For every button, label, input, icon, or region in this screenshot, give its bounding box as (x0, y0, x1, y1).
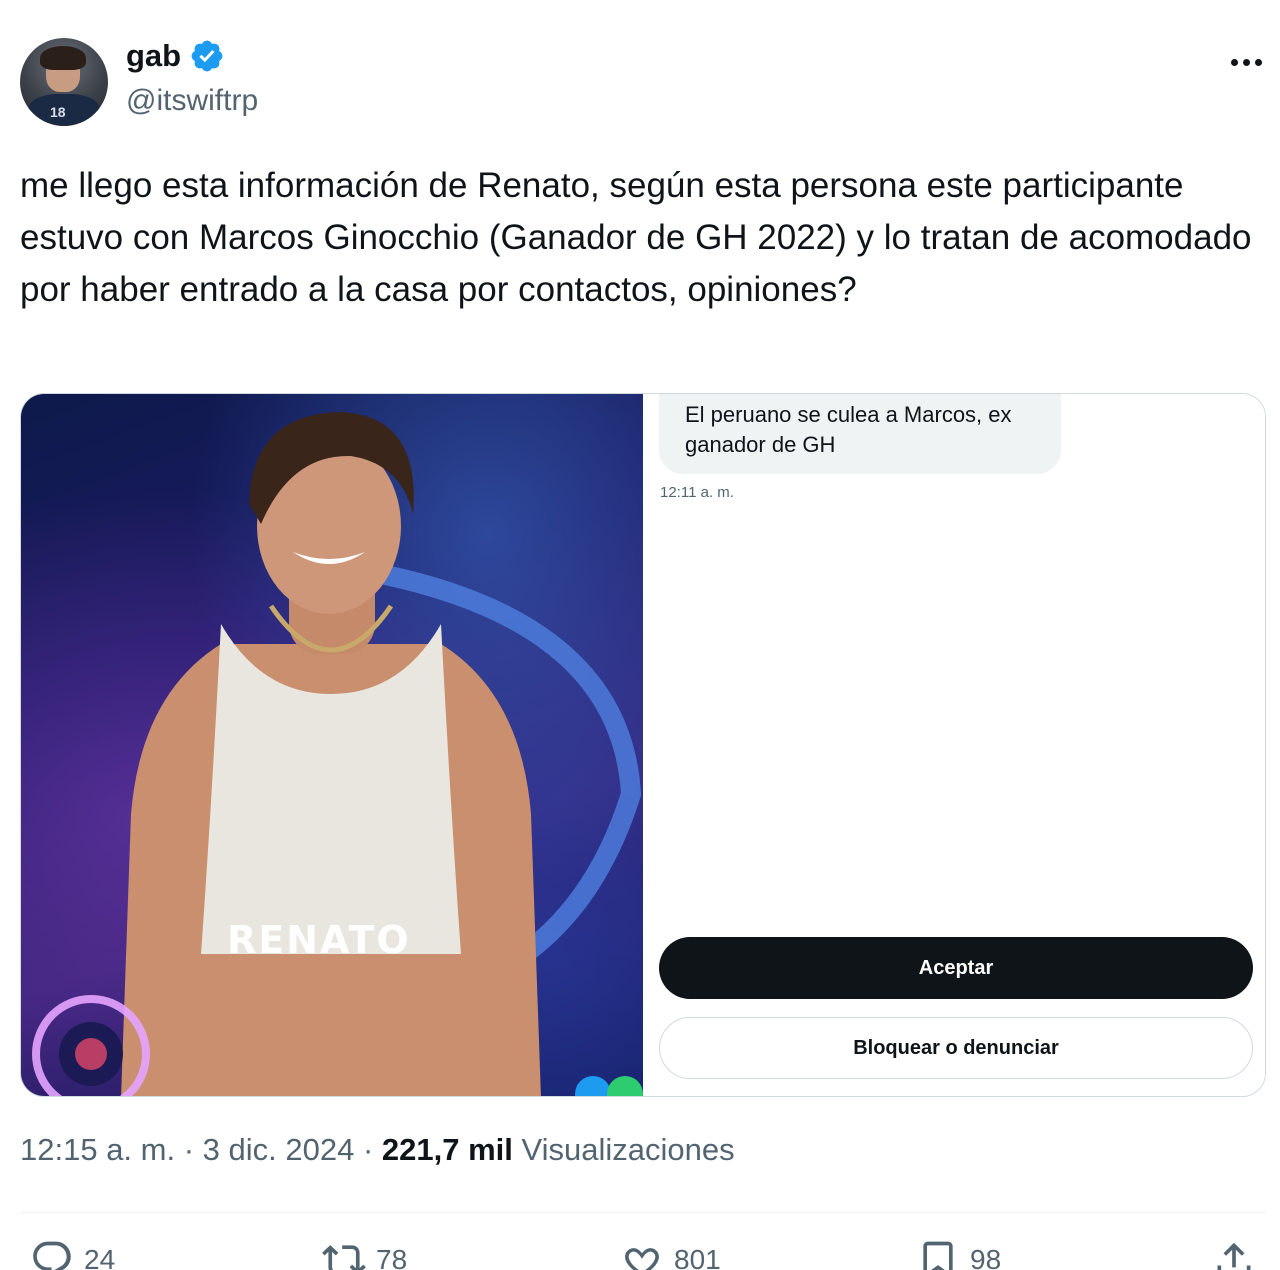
dm-screenshot: El peruano se culea a Marcos, ex ganador… (643, 394, 1265, 1096)
retweet-icon (322, 1245, 366, 1270)
accept-button[interactable]: Aceptar (659, 937, 1253, 999)
meta-separator: · (354, 1132, 382, 1167)
bookmark-count: 98 (970, 1244, 1002, 1270)
share-button[interactable] (1212, 1238, 1256, 1270)
heart-icon (625, 1248, 659, 1270)
photo-illustration (32, 412, 643, 1096)
reply-icon (33, 1241, 71, 1270)
more-options-icon[interactable] (1222, 44, 1270, 80)
block-report-button[interactable]: Bloquear o denunciar (659, 1017, 1253, 1079)
divider (20, 1212, 1266, 1213)
verified-badge-icon (191, 40, 223, 72)
meta-separator: · (175, 1132, 203, 1167)
views-label: Visualizaciones (521, 1132, 735, 1167)
retweet-count: 78 (376, 1244, 408, 1270)
avatar[interactable] (20, 38, 108, 126)
views-count: 221,7 mil (381, 1132, 513, 1167)
like-button[interactable]: 801 (620, 1238, 721, 1270)
reply-button[interactable]: 24 (30, 1238, 115, 1270)
tweet: gab @itswiftrp me llego esta información… (0, 0, 1280, 1270)
bookmark-button[interactable]: 98 (916, 1238, 1001, 1270)
author-display-name[interactable]: gab (126, 38, 181, 74)
like-count: 801 (674, 1244, 721, 1270)
share-icon (1217, 1242, 1251, 1270)
tweet-media[interactable]: RENATO El peruano se culea a Marcos, ex … (20, 393, 1266, 1097)
bookmark-icon (923, 1241, 953, 1270)
reply-count: 24 (84, 1244, 116, 1270)
dm-message-time: 12:11 a. m. (660, 484, 734, 501)
tweet-date[interactable]: 3 dic. 2024 (203, 1132, 355, 1167)
tweet-time[interactable]: 12:15 a. m. (20, 1132, 175, 1167)
retweet-button[interactable]: 78 (322, 1238, 407, 1270)
photo-name-label: RENATO (227, 918, 411, 962)
tweet-text: me llego esta información de Renato, seg… (20, 166, 1252, 309)
tweet-meta: 12:15 a. m. · 3 dic. 2024 · 221,7 mil Vi… (20, 1132, 735, 1168)
author-handle[interactable]: @itswiftrp (126, 84, 258, 118)
dm-message-bubble: El peruano se culea a Marcos, ex ganador… (659, 394, 1061, 474)
renato-photo[interactable]: RENATO (21, 394, 643, 1096)
author-name-row: gab (126, 38, 225, 74)
